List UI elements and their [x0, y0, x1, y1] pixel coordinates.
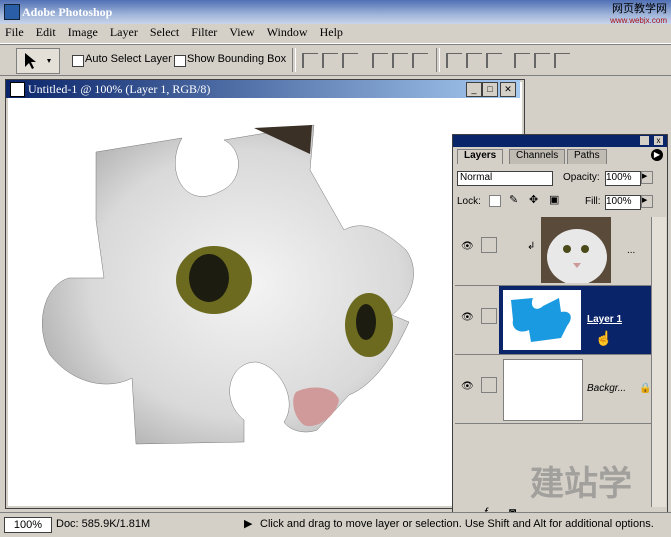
maximize-button[interactable]: □: [482, 82, 498, 97]
move-tool-icon: [25, 53, 51, 69]
document-title: Untitled-1 @ 100% (Layer 1, RGB/8): [28, 82, 211, 96]
status-arrow-icon[interactable]: ▶: [244, 517, 252, 530]
blend-mode-select[interactable]: Normal: [457, 171, 553, 186]
brush-link-icon[interactable]: [481, 308, 497, 324]
separator: [292, 48, 296, 72]
document-canvas[interactable]: [14, 100, 510, 500]
layer-thumbnail-cat: [541, 217, 611, 285]
opacity-arrow-icon[interactable]: ▶: [641, 171, 653, 184]
zoom-input[interactable]: 100%: [4, 517, 52, 533]
distribute-hcenter-icon[interactable]: [534, 53, 550, 68]
visibility-eye-icon[interactable]: 👁: [461, 381, 475, 392]
app-title: Adobe Photoshop: [22, 5, 113, 19]
minimize-button[interactable]: _: [466, 82, 482, 97]
distribute-left-icon[interactable]: [514, 53, 530, 68]
distribute-right-icon[interactable]: [554, 53, 570, 68]
watermark-bottom: 建站学: [530, 465, 632, 503]
photoshop-app-icon: [4, 4, 20, 20]
lock-all-icon[interactable]: ▣: [549, 193, 559, 206]
menu-image[interactable]: Image: [64, 24, 102, 41]
menu-select[interactable]: Select: [146, 24, 183, 41]
layer-row-cat[interactable]: 👁 ↲ ...: [455, 217, 651, 286]
distribute-top-icon[interactable]: [446, 53, 462, 68]
menu-edit[interactable]: Edit: [32, 24, 60, 41]
menu-bar: File Edit Image Layer Select Filter View…: [0, 24, 671, 44]
panel-close-button[interactable]: x: [654, 136, 663, 145]
layer-thumbnail-background: [503, 359, 583, 421]
app-title-bar: Adobe Photoshop 网页教学网 www.webjx.com: [0, 0, 671, 26]
fill-arrow-icon[interactable]: ▶: [641, 195, 653, 208]
visibility-eye-icon[interactable]: 👁: [461, 241, 475, 252]
distribute-bottom-icon[interactable]: [486, 53, 502, 68]
opacity-label: Opacity:: [563, 172, 600, 183]
auto-select-checkbox[interactable]: [72, 55, 84, 67]
menu-layer[interactable]: Layer: [106, 24, 142, 41]
close-button[interactable]: ✕: [500, 82, 516, 97]
menu-view[interactable]: View: [225, 24, 258, 41]
separator: [436, 48, 440, 72]
layer-name: Backgr...: [587, 383, 627, 394]
lock-label: Lock:: [457, 196, 481, 207]
align-right-icon[interactable]: [412, 53, 428, 68]
layers-scrollbar[interactable]: [651, 217, 666, 507]
align-left-icon[interactable]: [372, 53, 388, 68]
layer-link-box[interactable]: [481, 237, 497, 253]
show-bounding-checkbox[interactable]: [174, 55, 186, 67]
auto-select-label: Auto Select Layer: [85, 53, 172, 65]
document-icon: [10, 82, 25, 97]
move-tool-preset-button[interactable]: [16, 48, 60, 74]
show-bounding-label: Show Bounding Box: [187, 53, 287, 65]
layer-name: ...: [627, 245, 636, 256]
layer-name-selected: Layer 1: [587, 314, 623, 325]
options-bar: Auto Select Layer Show Bounding Box: [0, 44, 671, 76]
panel-menu-arrow-icon[interactable]: ▶: [651, 149, 663, 161]
blend-mode-value: Normal: [460, 172, 493, 183]
menu-file[interactable]: File: [1, 24, 28, 41]
watermark-text: 网页教学网: [612, 3, 667, 15]
tab-layers[interactable]: Layers: [457, 149, 504, 164]
distribute-vcenter-icon[interactable]: [466, 53, 482, 68]
hand-cursor-icon: ☝: [595, 330, 613, 346]
fill-label: Fill:: [585, 196, 601, 207]
layer-row-background[interactable]: 👁 Backgr... 🔒: [455, 355, 651, 424]
layer-row-layer1[interactable]: 👁 Layer 1 ☝: [455, 286, 651, 355]
align-vcenter-icon[interactable]: [322, 53, 338, 68]
status-hint: Click and drag to move layer or selectio…: [260, 518, 654, 530]
align-hcenter-icon[interactable]: [392, 53, 408, 68]
tab-channels[interactable]: Channels: [509, 149, 566, 164]
clip-arrow-icon: ↲: [527, 241, 536, 252]
layer-link-box[interactable]: [481, 377, 497, 393]
doc-size-info[interactable]: Doc: 585.9K/1.81M: [56, 518, 150, 530]
lock-icon: 🔒: [639, 383, 652, 394]
lock-transparency-icon[interactable]: [489, 195, 501, 207]
visibility-eye-icon[interactable]: 👁: [461, 312, 475, 323]
lock-move-icon[interactable]: ✥: [529, 193, 538, 206]
site-watermark: 网页教学网 www.webjx.com: [610, 4, 667, 26]
document-title-bar[interactable]: Untitled-1 @ 100% (Layer 1, RGB/8) _ □ ✕: [6, 80, 520, 98]
align-top-icon[interactable]: [302, 53, 318, 68]
menu-help[interactable]: Help: [316, 24, 347, 41]
menu-filter[interactable]: Filter: [187, 24, 221, 41]
menu-window[interactable]: Window: [263, 24, 312, 41]
fill-input[interactable]: 100%: [605, 195, 641, 210]
tab-paths[interactable]: Paths: [567, 149, 607, 164]
panel-minimize-button[interactable]: [640, 136, 649, 145]
layer-thumbnail-puzzle: [503, 290, 581, 350]
lock-brush-icon[interactable]: ✎: [509, 193, 518, 206]
layers-panel-titlebar[interactable]: x: [453, 135, 667, 147]
opacity-input[interactable]: 100%: [605, 171, 641, 186]
puzzle-cat-image: [42, 124, 414, 445]
align-bottom-icon[interactable]: [342, 53, 358, 68]
status-bar: 100% Doc: 585.9K/1.81M ▶ Click and drag …: [0, 512, 671, 537]
